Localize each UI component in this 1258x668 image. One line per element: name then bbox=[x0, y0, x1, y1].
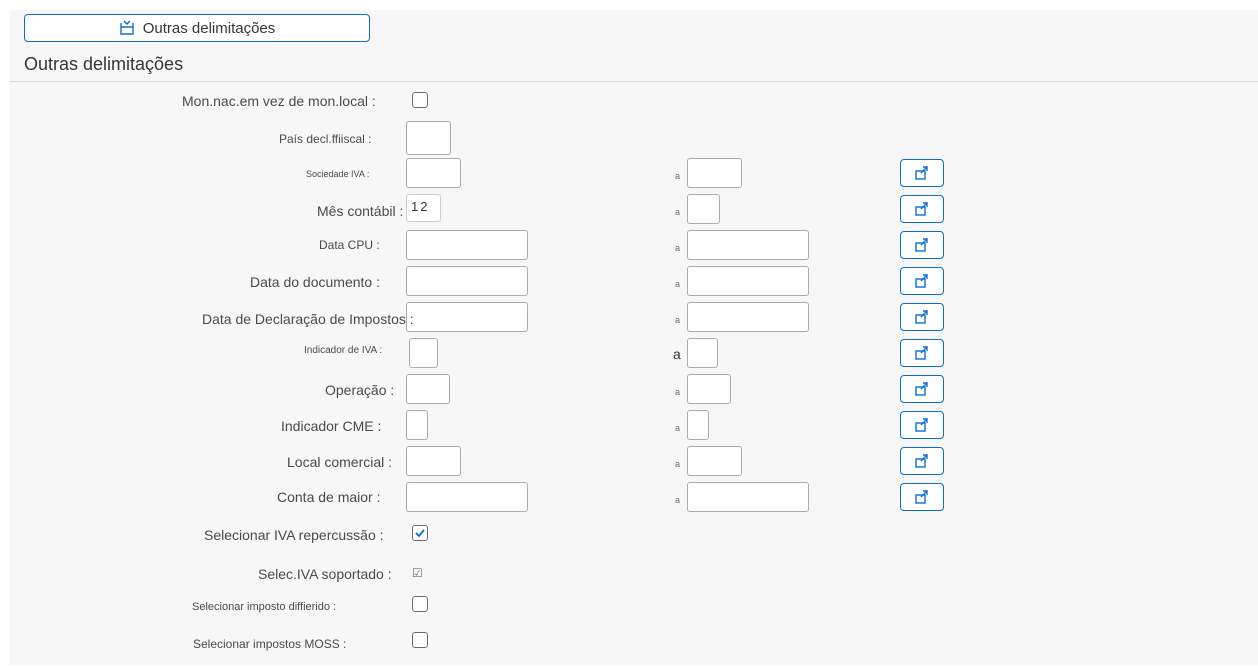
operacao-label: Operação : bbox=[325, 382, 395, 398]
mes-label: Mês contábil : bbox=[317, 203, 404, 219]
data-doc-multiple-selection-button[interactable] bbox=[900, 267, 944, 295]
to-label: a bbox=[675, 171, 681, 181]
multiple-selection-icon bbox=[915, 238, 928, 252]
data-decl-label: Data de Declaração de Impostos : bbox=[202, 311, 414, 327]
to-label: a bbox=[673, 346, 681, 362]
data-decl-from-input[interactable] bbox=[406, 302, 528, 332]
conta-multiple-selection-button[interactable] bbox=[900, 483, 944, 511]
data-doc-to-input[interactable] bbox=[687, 266, 809, 296]
sel-rep-checkbox[interactable] bbox=[412, 525, 428, 541]
sociedade-to-input[interactable] bbox=[687, 158, 742, 188]
mes-to-input[interactable] bbox=[687, 194, 720, 224]
to-label: a bbox=[675, 315, 681, 325]
sociedade-label: Sociedade IVA : bbox=[306, 169, 370, 179]
data-cpu-label: Data CPU : bbox=[319, 238, 380, 252]
to-label: a bbox=[675, 459, 681, 469]
mon-nac-checkbox[interactable] bbox=[412, 92, 428, 108]
data-doc-label: Data do documento : bbox=[250, 274, 380, 290]
mes-from-input[interactable]: 12 bbox=[406, 194, 441, 222]
sociedade-multiple-selection-button[interactable] bbox=[900, 159, 944, 187]
data-doc-from-input[interactable] bbox=[406, 266, 528, 296]
section-divider bbox=[10, 81, 1258, 82]
local-to-input[interactable] bbox=[687, 446, 742, 476]
to-label: a bbox=[675, 279, 681, 289]
to-label: a bbox=[675, 387, 681, 397]
multiple-selection-icon bbox=[915, 346, 928, 360]
sel-moss-label: Selecionar impostos MOSS : bbox=[193, 637, 347, 651]
sel-rep-label: Selecionar IVA repercussão : bbox=[204, 527, 384, 543]
ind-cme-label: Indicador CME : bbox=[281, 418, 382, 434]
ind-cme-to-input[interactable] bbox=[687, 410, 709, 440]
multiple-selection-icon bbox=[915, 310, 928, 324]
multiple-selection-icon bbox=[915, 166, 928, 180]
to-label: a bbox=[675, 207, 681, 217]
checkmark-icon bbox=[415, 529, 425, 538]
data-cpu-multiple-selection-button[interactable] bbox=[900, 231, 944, 259]
sel-sup-label: Selec.IVA soportado : bbox=[258, 566, 392, 582]
local-from-input[interactable] bbox=[406, 446, 461, 476]
multiple-selection-icon bbox=[915, 382, 928, 396]
sel-moss-checkbox[interactable] bbox=[412, 632, 428, 648]
data-decl-multiple-selection-button[interactable] bbox=[900, 303, 944, 331]
to-label: a bbox=[675, 243, 681, 253]
other-selections-button[interactable]: Outras delimitações bbox=[24, 14, 370, 42]
sel-dif-checkbox[interactable] bbox=[412, 596, 428, 612]
data-decl-to-input[interactable] bbox=[687, 302, 809, 332]
mes-from-value: 12 bbox=[411, 199, 430, 214]
data-cpu-from-input[interactable] bbox=[406, 230, 528, 260]
to-label: a bbox=[675, 423, 681, 433]
ind-cme-multiple-selection-button[interactable] bbox=[900, 411, 944, 439]
mes-multiple-selection-button[interactable] bbox=[900, 195, 944, 223]
local-multiple-selection-button[interactable] bbox=[900, 447, 944, 475]
conta-to-input[interactable] bbox=[687, 482, 809, 512]
multiple-selection-icon bbox=[915, 490, 928, 504]
multiple-selection-icon bbox=[915, 274, 928, 288]
local-label: Local comercial : bbox=[287, 454, 393, 470]
sel-dif-label: Selecionar imposto diffierido : bbox=[192, 601, 337, 613]
data-cpu-to-input[interactable] bbox=[687, 230, 809, 260]
operacao-to-input[interactable] bbox=[687, 374, 731, 404]
sel-sup-checkbox[interactable]: ☑ bbox=[412, 567, 423, 579]
mon-nac-label: Mon.nac.em vez de mon.local : bbox=[182, 93, 376, 109]
ind-cme-from-input[interactable] bbox=[406, 410, 428, 440]
section-title: Outras delimitações bbox=[24, 54, 184, 74]
ind-iva-from-input[interactable] bbox=[409, 338, 438, 368]
ind-iva-label: Indicador de IVA : bbox=[304, 345, 383, 356]
multiple-selection-icon bbox=[915, 418, 928, 432]
conta-label: Conta de maior : bbox=[277, 489, 381, 505]
operacao-from-input[interactable] bbox=[406, 374, 450, 404]
pais-label: País decl.ffiiscal : bbox=[279, 132, 372, 146]
to-label: a bbox=[675, 495, 681, 505]
other-selections-label: Outras delimitações bbox=[142, 19, 276, 37]
operacao-multiple-selection-button[interactable] bbox=[900, 375, 944, 403]
ind-iva-multiple-selection-button[interactable] bbox=[900, 339, 944, 367]
multiple-selection-icon bbox=[915, 454, 928, 468]
sociedade-from-input[interactable] bbox=[406, 158, 461, 188]
ind-iva-to-input[interactable] bbox=[687, 338, 718, 368]
conta-from-input[interactable] bbox=[406, 482, 528, 512]
screen-select-icon bbox=[119, 20, 135, 36]
multiple-selection-icon bbox=[915, 202, 928, 216]
pais-input[interactable] bbox=[406, 121, 451, 155]
